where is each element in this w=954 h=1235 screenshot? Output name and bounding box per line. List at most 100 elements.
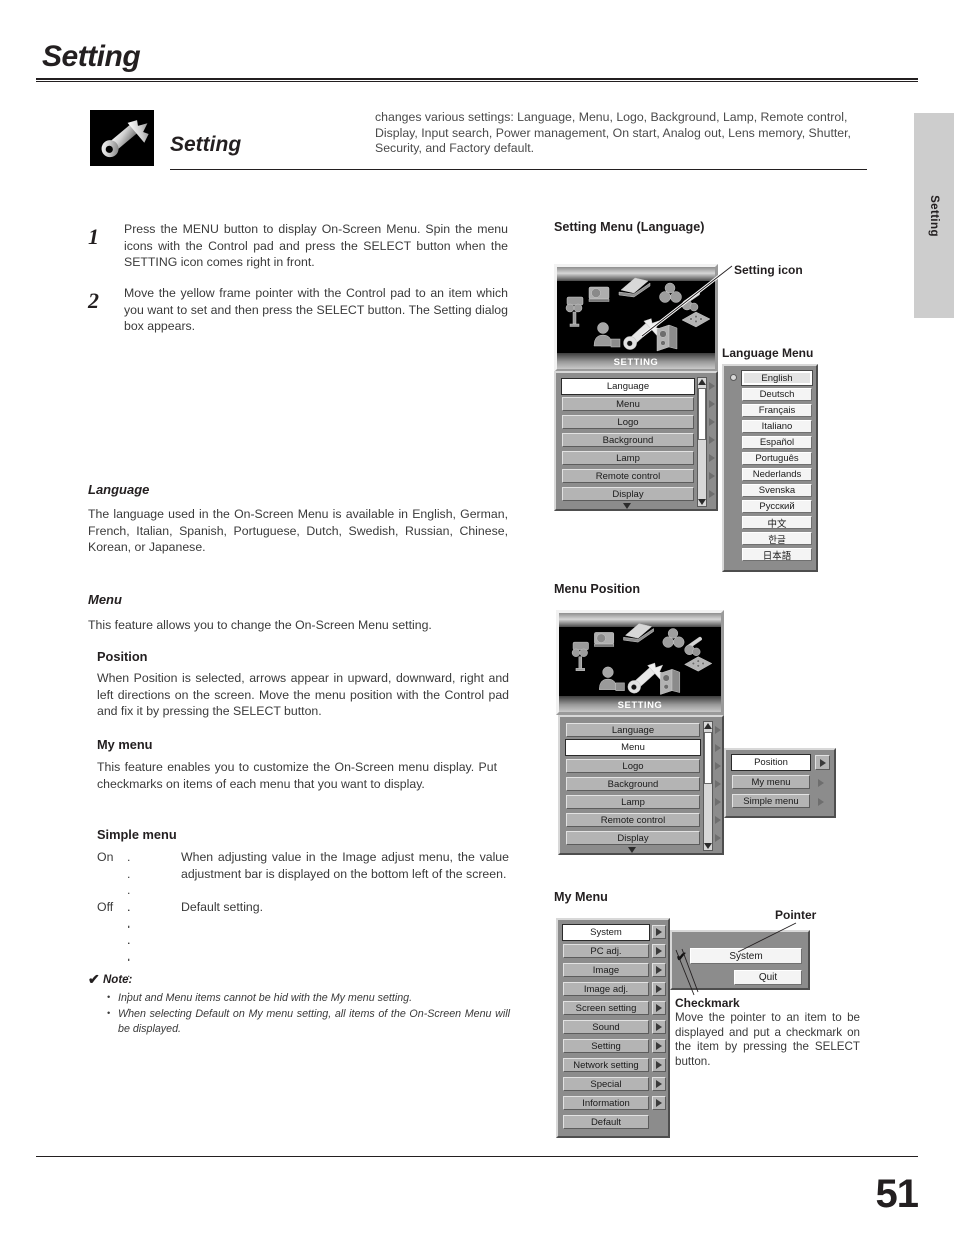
step-2-number: 2 bbox=[88, 288, 99, 313]
submenu-arrow-icon[interactable] bbox=[709, 382, 715, 390]
osd-my-menu-pc-adj[interactable]: PC adj. bbox=[563, 944, 649, 958]
scrollbar-up-arrow-icon[interactable] bbox=[697, 379, 706, 385]
osd-carousel-screen-position: SETTING bbox=[556, 610, 724, 715]
osd-scrollbar[interactable] bbox=[703, 721, 713, 851]
submenu-arrow-icon[interactable] bbox=[709, 418, 715, 426]
osd-language-korean[interactable]: 한글 bbox=[742, 532, 812, 546]
leader-line-setting-icon bbox=[641, 264, 733, 338]
osd-submenu-my-menu[interactable]: My menu bbox=[732, 775, 810, 789]
caption-heading-checkmark: Checkmark bbox=[675, 996, 740, 1010]
footer-divider bbox=[36, 1156, 918, 1157]
submenu-arrow-box[interactable] bbox=[652, 1020, 666, 1034]
osd-my-menu-information[interactable]: Information bbox=[563, 1096, 649, 1110]
osd-menu-item-lamp[interactable]: Lamp bbox=[566, 795, 700, 809]
note-item: When selecting Default on My menu settin… bbox=[106, 1006, 510, 1038]
osd-my-menu-special[interactable]: Special bbox=[563, 1077, 649, 1091]
osd-menu-item-language[interactable]: Language bbox=[561, 378, 695, 395]
left-column: 1 Press the MENU button to display On-Sc… bbox=[0, 0, 540, 1235]
step-2-text: Move the yellow frame pointer with the C… bbox=[124, 286, 508, 333]
submenu-arrow-icon[interactable] bbox=[709, 454, 715, 462]
body-my-menu: This feature enables you to customize th… bbox=[97, 760, 497, 791]
step-1-text: Press the MENU button to display On-Scre… bbox=[124, 222, 508, 269]
heading-my-menu: My menu bbox=[97, 737, 153, 752]
heading-simple-menu: Simple menu bbox=[97, 827, 177, 842]
body-menu: This feature allows you to change the On… bbox=[88, 618, 432, 632]
submenu-arrow-icon[interactable] bbox=[818, 798, 824, 806]
submenu-arrow-icon[interactable] bbox=[715, 744, 721, 752]
scroll-down-indicator-icon bbox=[628, 847, 636, 853]
scrollbar-down-arrow-icon[interactable] bbox=[703, 843, 712, 849]
osd-my-menu-image[interactable]: Image bbox=[563, 963, 649, 977]
osd-language-francais[interactable]: Français bbox=[742, 404, 812, 417]
osd-menu-item-background[interactable]: Background bbox=[562, 433, 694, 447]
osd-menu-item-display[interactable]: Display bbox=[566, 831, 700, 845]
osd-my-menu-default[interactable]: Default bbox=[563, 1115, 649, 1129]
callout-setting-icon: Setting icon bbox=[734, 263, 803, 277]
osd-menu-item-remote-control[interactable]: Remote control bbox=[566, 813, 700, 827]
submenu-arrow-icon[interactable] bbox=[715, 762, 721, 770]
osd-menu-item-display[interactable]: Display bbox=[562, 487, 694, 501]
osd-menu-item-language[interactable]: Language bbox=[566, 723, 700, 737]
submenu-arrow-icon[interactable] bbox=[709, 436, 715, 444]
osd-menu-item-menu[interactable]: Menu bbox=[565, 739, 701, 756]
submenu-arrow-icon[interactable] bbox=[715, 798, 721, 806]
osd-menu-item-lamp[interactable]: Lamp bbox=[562, 451, 694, 465]
scrollbar-up-arrow-icon[interactable] bbox=[703, 723, 712, 729]
scrollbar-thumb[interactable] bbox=[698, 388, 706, 440]
submenu-arrow-box[interactable] bbox=[652, 1058, 666, 1072]
osd-language-nederlands[interactable]: Nederlands bbox=[742, 468, 812, 481]
osd-submenu-simple-menu[interactable]: Simple menu bbox=[732, 794, 810, 808]
submenu-arrow-box[interactable] bbox=[652, 925, 666, 939]
submenu-arrow-icon[interactable] bbox=[715, 834, 721, 842]
osd-screen-label: SETTING bbox=[613, 357, 659, 368]
osd-scrollbar[interactable] bbox=[697, 377, 707, 507]
osd-menu-item-menu[interactable]: Menu bbox=[562, 397, 694, 411]
osd-my-menu-sound[interactable]: Sound bbox=[563, 1020, 649, 1034]
osd-language-deutsch[interactable]: Deutsch bbox=[742, 388, 812, 401]
submenu-arrow-box-position[interactable] bbox=[815, 755, 830, 770]
osd-dialog-item-quit[interactable]: Quit bbox=[734, 970, 802, 985]
osd-my-menu-system[interactable]: System bbox=[562, 924, 650, 941]
osd-language-russian[interactable]: Русский bbox=[742, 500, 812, 513]
osd-my-menu-image-adj[interactable]: Image adj. bbox=[563, 982, 649, 996]
osd-language-english[interactable]: English bbox=[741, 370, 813, 386]
osd-my-menu-panel: System PC adj. Image Image adj. Screen s… bbox=[556, 918, 670, 1138]
osd-language-italiano[interactable]: Italiano bbox=[742, 420, 812, 433]
submenu-arrow-icon[interactable] bbox=[715, 816, 721, 824]
submenu-arrow-icon[interactable] bbox=[709, 472, 715, 480]
osd-setting-menu-panel: Language Menu Logo Background Lamp Remot… bbox=[554, 371, 718, 511]
osd-menu-item-background[interactable]: Background bbox=[566, 777, 700, 791]
osd-menu-item-logo[interactable]: Logo bbox=[566, 759, 700, 773]
note-check-icon: ✔ bbox=[88, 971, 100, 987]
submenu-arrow-box[interactable] bbox=[652, 1001, 666, 1015]
note-label: Note: bbox=[103, 974, 133, 986]
osd-my-menu-screen-setting[interactable]: Screen setting bbox=[563, 1001, 649, 1015]
submenu-arrow-box[interactable] bbox=[652, 1096, 666, 1110]
scroll-down-indicator-icon bbox=[623, 503, 631, 509]
osd-menu-item-remote-control[interactable]: Remote control bbox=[562, 469, 694, 483]
submenu-arrow-icon[interactable] bbox=[709, 400, 715, 408]
submenu-arrow-icon[interactable] bbox=[818, 779, 824, 787]
scrollbar-down-arrow-icon[interactable] bbox=[697, 499, 706, 505]
osd-language-chinese[interactable]: 中文 bbox=[742, 516, 812, 530]
osd-menu-item-logo[interactable]: Logo bbox=[562, 415, 694, 429]
osd-language-portugues[interactable]: Português bbox=[742, 452, 812, 465]
submenu-arrow-icon[interactable] bbox=[709, 490, 715, 498]
osd-setting-menu-panel-position: Language Menu Logo Background Lamp Remot… bbox=[558, 715, 724, 855]
scrollbar-thumb[interactable] bbox=[704, 732, 712, 784]
callout-language-menu: Language Menu bbox=[722, 346, 814, 360]
note-item: Input and Menu items cannot be hid with … bbox=[106, 990, 510, 1007]
osd-language-svenska[interactable]: Svenska bbox=[742, 484, 812, 497]
submenu-arrow-box[interactable] bbox=[652, 1039, 666, 1053]
osd-language-japanese[interactable]: 日本語 bbox=[742, 548, 812, 562]
submenu-arrow-box[interactable] bbox=[652, 1077, 666, 1091]
submenu-arrow-icon[interactable] bbox=[715, 780, 721, 788]
osd-language-espanol[interactable]: Español bbox=[742, 436, 812, 449]
osd-submenu-position[interactable]: Position bbox=[731, 754, 811, 771]
osd-my-menu-network-setting[interactable]: Network setting bbox=[563, 1058, 649, 1072]
osd-language-panel: English Deutsch Français Italiano Españo… bbox=[722, 364, 818, 572]
page-number: 51 bbox=[875, 1172, 919, 1216]
osd-my-menu-setting[interactable]: Setting bbox=[563, 1039, 649, 1053]
heading-menu: Menu bbox=[88, 592, 122, 607]
submenu-arrow-icon[interactable] bbox=[715, 726, 721, 734]
